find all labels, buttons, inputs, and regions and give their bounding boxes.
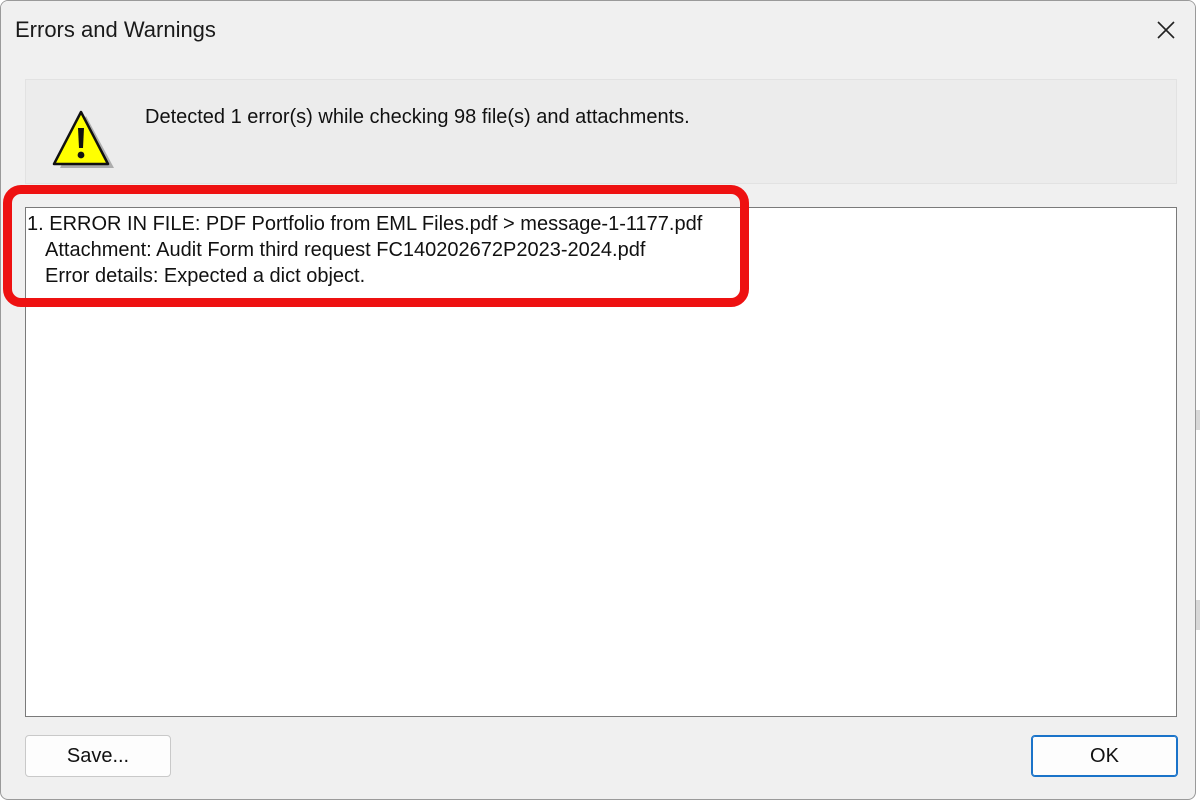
background-edge-mark: [1196, 410, 1200, 430]
summary-panel: Detected 1 error(s) while checking 98 fi…: [25, 79, 1177, 184]
error-log[interactable]: 1. ERROR IN FILE: PDF Portfolio from EML…: [25, 207, 1177, 717]
log-line-error: 1. ERROR IN FILE: PDF Portfolio from EML…: [27, 213, 703, 235]
window-title: Errors and Warnings: [15, 17, 216, 42]
errors-dialog: Errors and Warnings Detected 1 error(s) …: [0, 0, 1196, 800]
summary-message: Detected 1 error(s) while checking 98 fi…: [145, 106, 690, 128]
close-icon: [1157, 21, 1175, 39]
log-line-attachment: Attachment: Audit Form third request FC1…: [45, 239, 646, 261]
warning-icon: [52, 110, 114, 168]
title-bar: Errors and Warnings: [1, 1, 1195, 61]
log-line-details: Error details: Expected a dict object.: [45, 265, 366, 287]
background-edge-mark: [1196, 600, 1200, 630]
close-button[interactable]: [1137, 1, 1195, 59]
save-button[interactable]: Save...: [25, 735, 171, 777]
ok-button[interactable]: OK: [1031, 735, 1178, 777]
